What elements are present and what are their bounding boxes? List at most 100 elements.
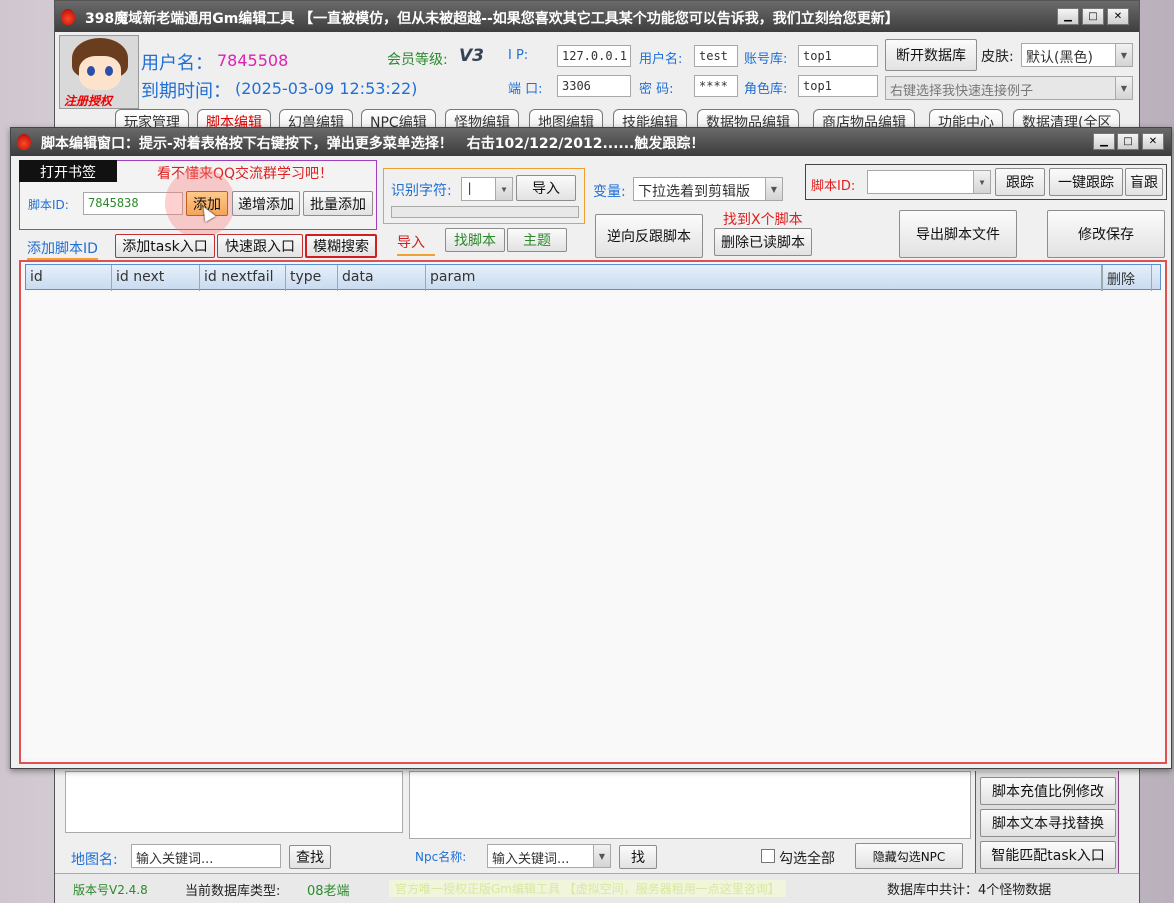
maximize-button[interactable]: □ [1082, 8, 1104, 25]
column-header-type[interactable]: type [286, 265, 338, 291]
avatar-caption: 注册授权 [64, 94, 113, 108]
role-db-input[interactable]: top1 [798, 75, 878, 97]
bookmark-button[interactable]: 打开书签 [19, 160, 117, 182]
ip-input[interactable]: 127.0.0.1 [557, 45, 631, 67]
chevron-down-icon[interactable]: ▼ [1115, 77, 1132, 99]
tab-fuzzy-search[interactable]: 模糊搜索 [305, 234, 377, 258]
map-name-label: 地图名: [71, 852, 118, 868]
export-script-file-button[interactable]: 导出脚本文件 [899, 210, 1017, 258]
reverse-trace-script-button[interactable]: 逆向反跟脚本 [595, 214, 703, 258]
smart-match-task-button[interactable]: 智能匹配task入口 [980, 841, 1116, 869]
main-window-title: 398魔域新老端通用Gm编辑工具 【一直被模仿，但从未被超越--如果您喜欢其它工… [85, 11, 899, 27]
link-tab-import[interactable]: 导入 [397, 232, 435, 256]
skin-select[interactable]: 默认(黑色) ▼ [1021, 43, 1133, 67]
blind-trace-button[interactable]: 盲跟 [1125, 168, 1163, 196]
status-db-type-value: 08老端 [307, 884, 350, 899]
save-changes-button[interactable]: 修改保存 [1047, 210, 1165, 258]
import-button[interactable]: 导入 [516, 175, 576, 201]
found-scripts-hint: 找到X个脚本 [723, 212, 803, 228]
status-db-type-label: 当前数据库类型: [185, 884, 281, 899]
column-header-delete[interactable]: 删除 [1102, 265, 1152, 291]
account-db-label: 账号库: [744, 52, 788, 67]
disconnect-db-button[interactable]: 断开数据库 [885, 39, 977, 71]
npc-list-panel [409, 771, 971, 839]
npc-name-label: Npc名称: [415, 850, 467, 864]
app-logo-icon [17, 134, 31, 150]
map-name-input[interactable]: 输入关键词... [131, 844, 281, 868]
role-db-label: 角色库: [744, 82, 788, 97]
trace-button[interactable]: 跟踪 [995, 168, 1045, 196]
hide-selected-npc-button[interactable]: 隐藏勾选NPC [855, 843, 963, 869]
username-label: 用户名： [141, 53, 213, 74]
minimize-button[interactable]: ▁ [1093, 133, 1115, 150]
password-input[interactable]: **** [694, 75, 738, 97]
app-logo-icon [61, 9, 75, 25]
script-table[interactable]: id id next id nextfail type data param 删… [19, 260, 1167, 764]
status-bar: 版本号V2.4.8 当前数据库类型: 08老端 官方唯一授权正版Gm编辑工具 【… [55, 873, 1139, 903]
column-header-id[interactable]: id [26, 265, 112, 291]
maximize-button[interactable]: □ [1117, 133, 1139, 150]
recognize-char-value: | [466, 181, 474, 195]
db-user-input[interactable]: test [694, 45, 738, 67]
script-window-title: 脚本编辑窗口：提示-对着表格按下右键按下，弹出更多菜单选择！ 右击102/122… [41, 136, 705, 152]
avatar-eye-left [87, 66, 95, 76]
link-tab-find-script[interactable]: 找脚本 [445, 228, 505, 252]
password-label: 密 码: [639, 82, 674, 97]
script-text-replace-button[interactable]: 脚本文本寻找替换 [980, 809, 1116, 837]
column-header-id-next[interactable]: id next [112, 265, 200, 291]
account-db-input[interactable]: top1 [798, 45, 878, 67]
script-edit-window: 脚本编辑窗口：提示-对着表格按下右键按下，弹出更多菜单选择！ 右击102/122… [10, 127, 1172, 769]
username-value: 7845508 [217, 51, 289, 70]
expire-label: 到期时间： [141, 81, 231, 102]
port-input[interactable]: 3306 [557, 75, 631, 97]
recognize-label: 识别字符: [391, 183, 452, 199]
connect-example-select[interactable]: 右键选择我快速连接例子 ▼ [885, 76, 1133, 100]
npc-name-input[interactable]: 输入关键词... ▼ [487, 844, 611, 868]
chevron-down-icon[interactable]: ▼ [593, 845, 610, 867]
link-tab-theme[interactable]: 主题 [507, 228, 567, 252]
expire-value: (2025-03-09 12:53:22) [235, 79, 418, 98]
script-window-title-bar[interactable]: 脚本编辑窗口：提示-对着表格按下右键按下，弹出更多菜单选择！ 右击102/122… [11, 128, 1171, 156]
avatar: 注册授权 [59, 35, 139, 109]
close-button[interactable]: ✕ [1142, 133, 1164, 150]
port-label: 端 口: [508, 82, 543, 97]
trace-script-id-select[interactable]: ▼ [867, 170, 991, 194]
map-search-button[interactable]: 查找 [289, 845, 331, 869]
skin-label: 皮肤: [981, 49, 1014, 65]
one-key-trace-button[interactable]: 一键跟踪 [1049, 168, 1123, 196]
recognize-char-select[interactable]: | ▼ [461, 177, 513, 201]
avatar-face [79, 56, 121, 90]
chevron-down-icon[interactable]: ▼ [765, 178, 782, 200]
script-recharge-ratio-button[interactable]: 脚本充值比例修改 [980, 777, 1116, 805]
map-list-panel [65, 771, 403, 833]
minimize-button[interactable]: ▁ [1057, 8, 1079, 25]
npc-name-placeholder: 输入关键词... [492, 852, 570, 867]
increment-add-button[interactable]: 递增添加 [232, 191, 300, 216]
column-header-param[interactable]: param [426, 265, 1102, 291]
tab-add-script-id[interactable]: 添加脚本ID [27, 238, 98, 260]
batch-add-button[interactable]: 批量添加 [303, 191, 373, 216]
column-header-data[interactable]: data [338, 265, 426, 291]
delete-read-script-button[interactable]: 删除已读脚本 [714, 228, 812, 256]
chevron-down-icon[interactable]: ▼ [973, 171, 990, 193]
status-promo-link[interactable]: 官方唯一授权正版Gm编辑工具 【虚拟空间，服务器租用一点这里咨询】 [389, 880, 786, 897]
member-level-badge: V3 [459, 46, 484, 66]
tab-add-task-entry[interactable]: 添加task入口 [115, 234, 215, 258]
main-title-bar[interactable]: 398魔域新老端通用Gm编辑工具 【一直被模仿，但从未被超越--如果您喜欢其它工… [55, 1, 1139, 32]
variable-label: 变量: [593, 184, 626, 200]
skin-select-value: 默认(黑色) [1026, 50, 1093, 66]
variable-select-value: 下拉选着到剪辑版 [638, 184, 750, 200]
variable-select[interactable]: 下拉选着到剪辑版 ▼ [633, 177, 783, 201]
chevron-down-icon[interactable]: ▼ [1115, 44, 1132, 66]
column-header-id-nextfail[interactable]: id nextfail [200, 265, 286, 291]
db-user-label: 用户名: [639, 52, 683, 67]
status-version: 版本号V2.4.8 [73, 883, 148, 897]
npc-find-button[interactable]: 找 [619, 845, 657, 869]
tab-quick-follow-entry[interactable]: 快速跟入口 [217, 234, 303, 258]
table-body[interactable] [25, 292, 1161, 758]
select-all-checkbox[interactable] [761, 849, 775, 863]
script-id-label: 脚本ID: [28, 198, 69, 212]
close-button[interactable]: ✕ [1107, 8, 1129, 25]
table-header: id id next id nextfail type data param 删… [25, 264, 1161, 291]
chevron-down-icon[interactable]: ▼ [495, 178, 512, 200]
